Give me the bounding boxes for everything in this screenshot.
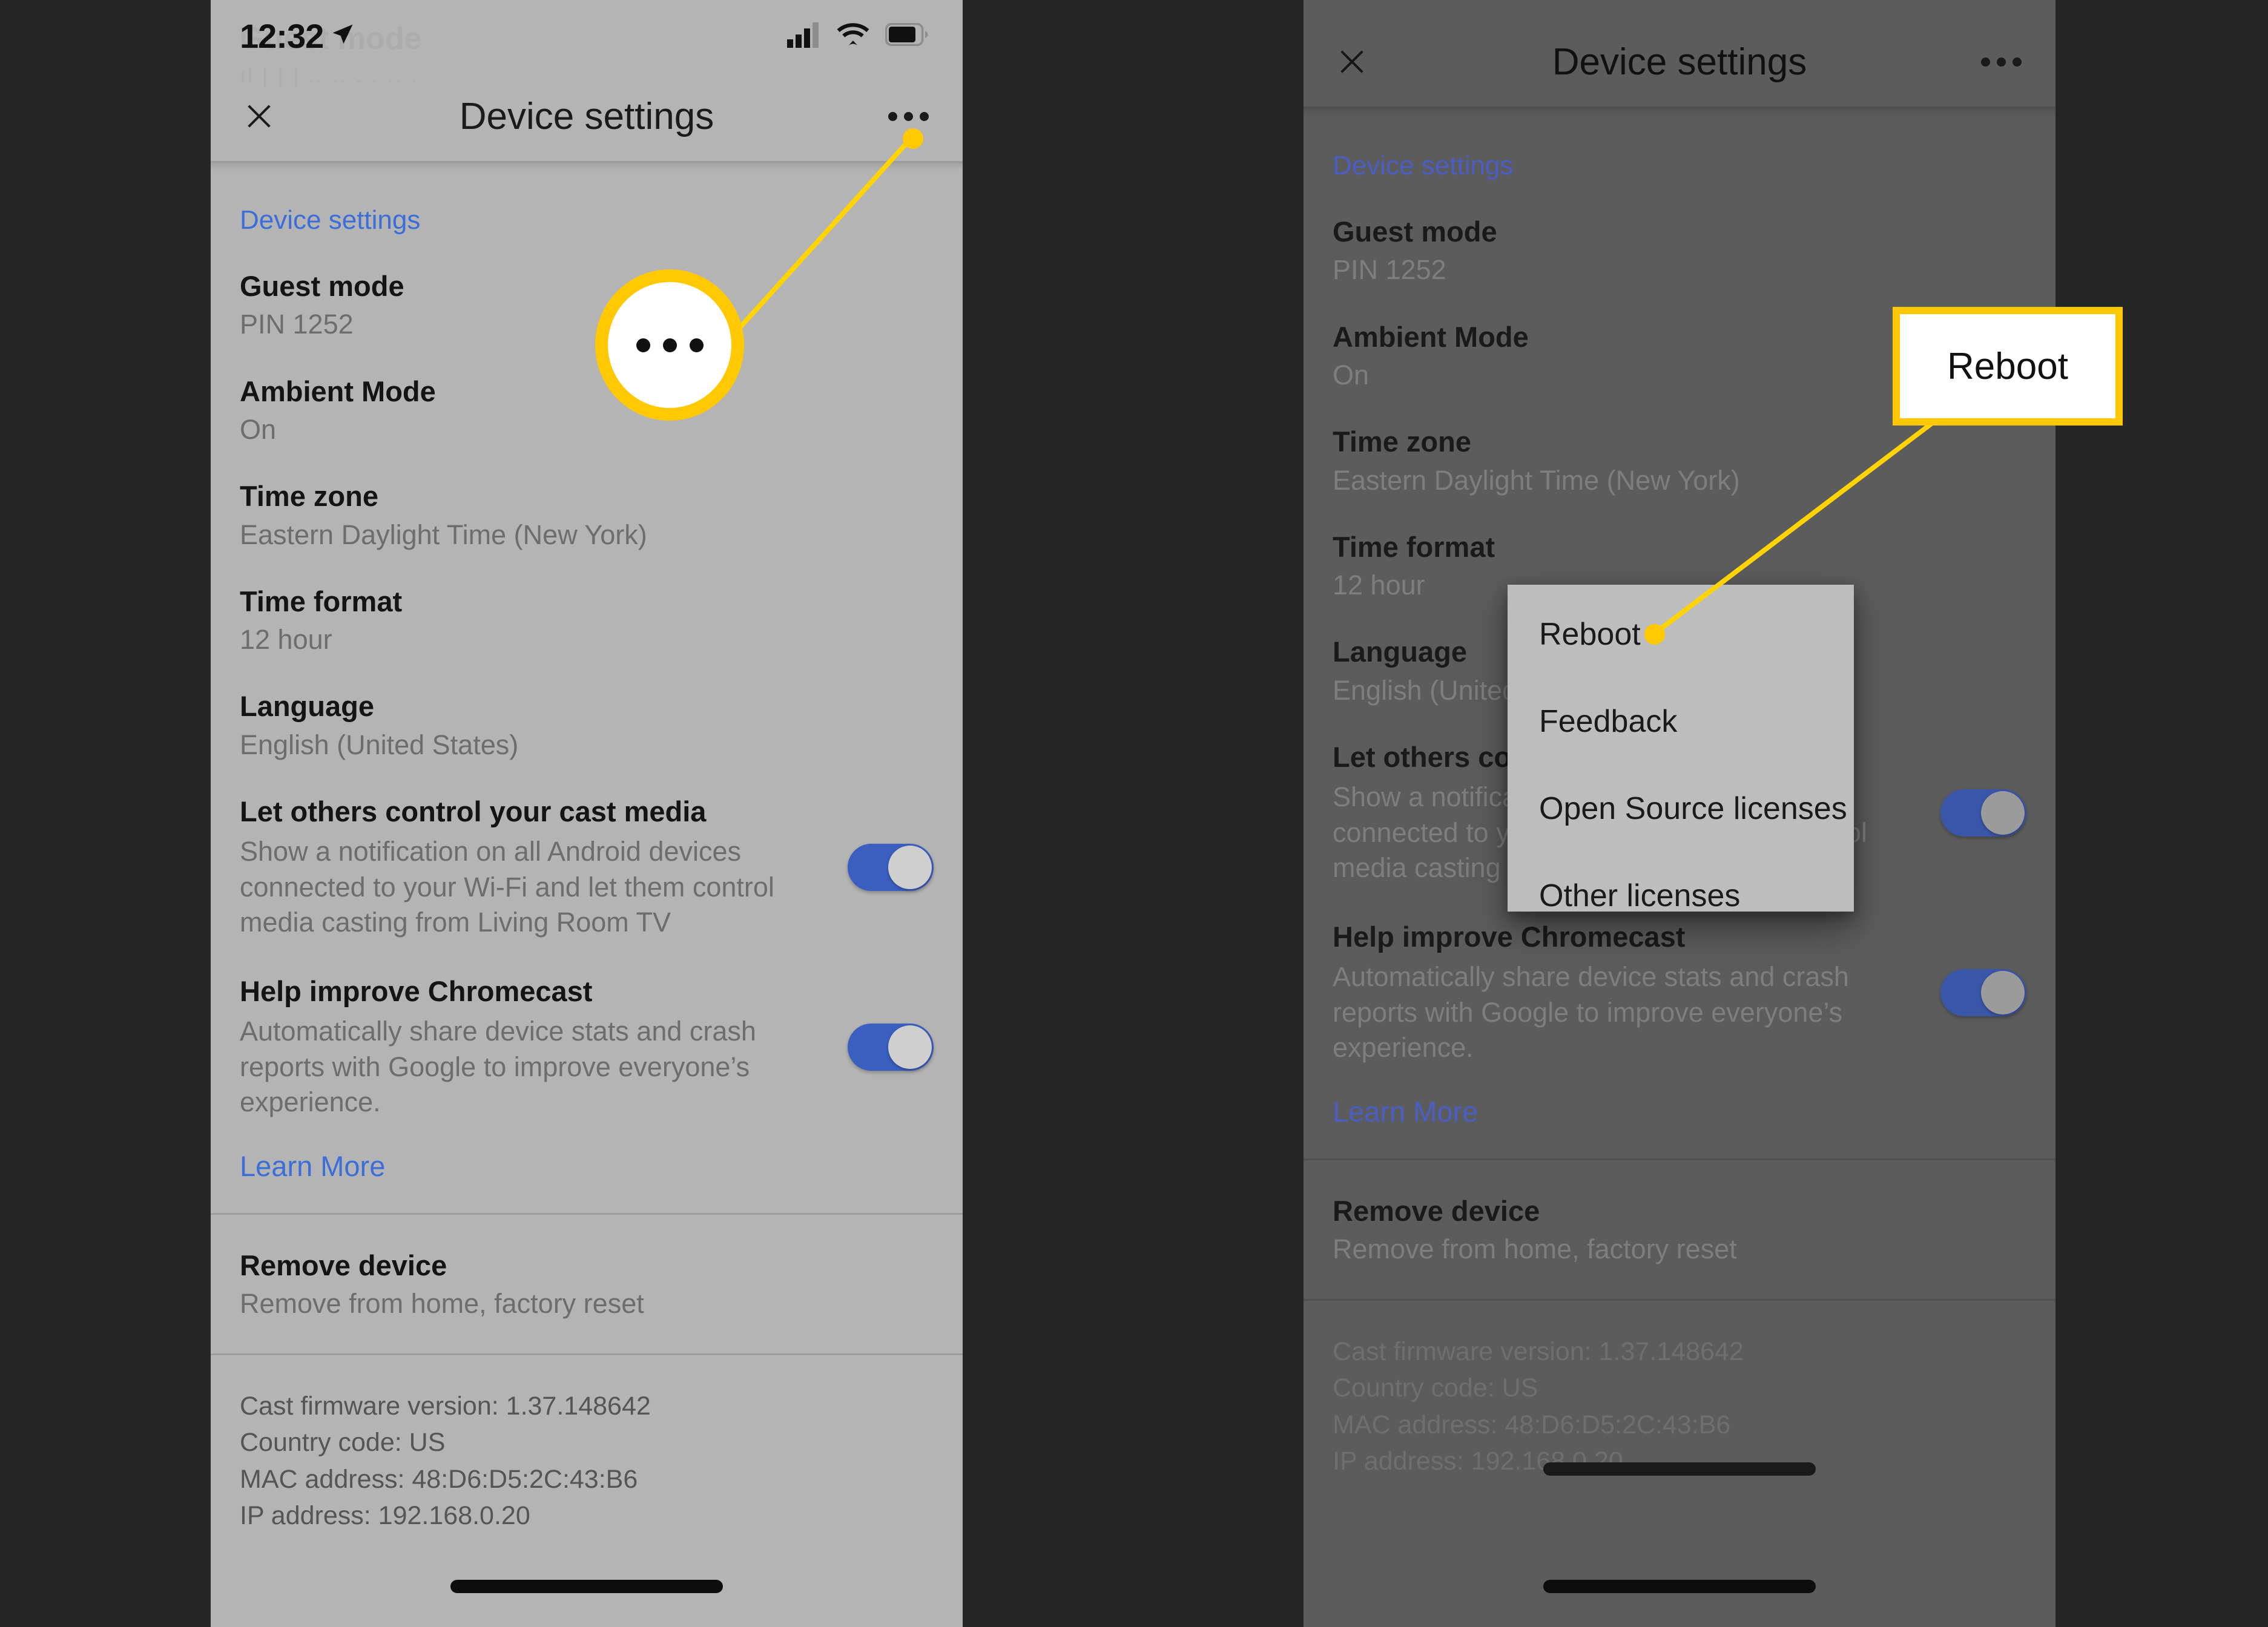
toggle-help-improve-chromecast[interactable]: [848, 1024, 934, 1071]
menu-item-other-licenses[interactable]: Other licenses: [1539, 878, 1740, 914]
toggle-cast-media-control[interactable]: [1940, 789, 2026, 837]
setting-description: Automatically share device stats and cra…: [1333, 961, 1849, 1063]
setting-title: Remove device: [240, 1249, 447, 1281]
location-arrow-icon: [329, 16, 356, 56]
setting-row-time-format[interactable]: Time format 12 hour: [240, 551, 934, 656]
toggle-knob: [1981, 971, 2025, 1015]
setting-row-help-improve-chromecast[interactable]: Help improve Chromecast Automatically sh…: [240, 941, 934, 1120]
setting-value: On: [1333, 360, 1370, 390]
setting-value: PIN 1252: [240, 309, 354, 340]
device-info-line: IP address: 192.168.0.20: [240, 1500, 530, 1530]
settings-content: Device settings Guest mode PIN 1252 Ambi…: [211, 171, 963, 1534]
setting-description: Automatically share device stats and cra…: [240, 1016, 756, 1118]
overflow-menu-popup[interactable]: Reboot Feedback Open Source licenses Oth…: [1508, 585, 1854, 914]
app-bar-shadow: [211, 163, 963, 171]
setting-row-ambient-mode[interactable]: Ambient Mode On: [1333, 286, 2026, 392]
app-bar: Device settings: [211, 71, 963, 161]
device-info-line: MAC address: 48:D6:D5:2C:43:B6: [240, 1464, 638, 1494]
setting-text-block: Help improve Chromecast Automatically sh…: [240, 975, 829, 1120]
wifi-icon: [837, 22, 869, 50]
setting-title: Remove device: [1333, 1194, 1540, 1227]
setting-title: Time zone: [240, 480, 378, 513]
setting-row-cast-media-control[interactable]: Let others control your cast media Show …: [240, 761, 934, 941]
setting-value: On: [240, 414, 277, 445]
learn-more-link[interactable]: Learn More: [240, 1120, 934, 1213]
setting-row-time-zone[interactable]: Time zone Eastern Daylight Time (New Yor…: [240, 445, 934, 551]
device-info-block: Cast firmware version: 1.37.148642 Count…: [1333, 1301, 2026, 1479]
page-title: Device settings: [1552, 41, 1807, 83]
status-bar: 12:32: [211, 0, 963, 71]
home-indicator-secondary[interactable]: [1543, 1462, 1816, 1476]
setting-value: PIN 1252: [1333, 254, 1446, 286]
device-info-line: Country code: US: [1333, 1373, 1538, 1403]
setting-title: Language: [240, 690, 374, 723]
home-indicator[interactable]: [450, 1580, 723, 1593]
setting-row-guest-mode[interactable]: Guest mode PIN 1252: [240, 235, 934, 341]
battery-icon: [885, 22, 929, 49]
overflow-dots-icon[interactable]: [1981, 57, 2022, 67]
setting-row-language[interactable]: Language English (United States): [240, 656, 934, 761]
device-info-line: Cast firmware version: 1.37.148642: [240, 1392, 651, 1421]
phone-screen-left: Guest mode ıl | | | .. .. . . .. . 12:32: [211, 0, 963, 1627]
setting-row-remove-device[interactable]: Remove device Remove from home, factory …: [240, 1215, 934, 1354]
cellular-bars-icon: [787, 21, 821, 51]
setting-title: Ambient Mode: [1333, 320, 1529, 353]
setting-row-time-zone[interactable]: Time zone Eastern Daylight Time (New Yor…: [1333, 391, 2026, 496]
setting-text-block: Help improve Chromecast Automatically sh…: [1333, 920, 1922, 1066]
device-info-line: MAC address: 48:D6:D5:2C:43:B6: [1333, 1410, 1731, 1439]
setting-value: Eastern Daylight Time (New York): [1333, 464, 1740, 496]
menu-item-open-source-licenses[interactable]: Open Source licenses: [1539, 790, 1847, 827]
setting-title: Let others control your cast media: [240, 795, 707, 827]
learn-more-link[interactable]: Learn More: [1333, 1066, 2026, 1159]
page-title: Device settings: [459, 95, 714, 137]
device-info-line: Cast firmware version: 1.37.148642: [1333, 1337, 1744, 1367]
clock-label: 12:32: [240, 16, 324, 55]
setting-title: Time format: [1333, 530, 1495, 563]
status-bar-indicators: [787, 21, 929, 51]
setting-value: Remove from home, factory reset: [240, 1288, 644, 1320]
setting-value: Eastern Daylight Time (New York): [240, 519, 647, 550]
menu-item-feedback[interactable]: Feedback: [1539, 703, 1677, 740]
setting-row-ambient-mode[interactable]: Ambient Mode On: [240, 341, 934, 446]
toggle-knob: [1981, 791, 2025, 835]
status-bar-time-group: 12:32: [240, 16, 356, 56]
section-header-device-settings: Device settings: [240, 205, 421, 235]
toggle-knob: [888, 1025, 932, 1070]
home-indicator[interactable]: [1543, 1580, 1816, 1593]
toggle-cast-media-control[interactable]: [848, 844, 934, 892]
setting-title: Help improve Chromecast: [240, 975, 593, 1007]
toggle-knob: [888, 846, 932, 890]
setting-title: Help improve Chromecast: [1333, 920, 1686, 953]
overflow-dots-icon[interactable]: [888, 111, 929, 121]
device-info-line: Country code: US: [240, 1428, 446, 1458]
setting-row-remove-device[interactable]: Remove device Remove from home, factory …: [1333, 1160, 2026, 1300]
setting-title: Time format: [240, 585, 403, 617]
setting-title: Ambient Mode: [240, 375, 436, 407]
toggle-help-improve-chromecast[interactable]: [1940, 969, 2026, 1017]
close-icon[interactable]: [1333, 42, 1371, 81]
section-header-device-settings: Device settings: [1333, 151, 1514, 180]
setting-value: 12 hour: [240, 624, 332, 656]
device-info-block: Cast firmware version: 1.37.148642 Count…: [240, 1355, 934, 1534]
app-bar: Device settings: [1304, 17, 2055, 107]
app-bar-shadow: [1304, 108, 2055, 117]
setting-text-block: Let others control your cast media Show …: [240, 795, 829, 941]
setting-title: Guest mode: [240, 270, 404, 302]
setting-value: English (United States): [240, 729, 519, 760]
setting-value: Remove from home, factory reset: [1333, 1234, 1737, 1265]
close-icon[interactable]: [240, 97, 279, 136]
setting-row-guest-mode[interactable]: Guest mode PIN 1252: [1333, 181, 2026, 286]
screenshot-stage: Guest mode ıl | | | .. .. . . .. . 12:32: [0, 0, 2268, 1627]
setting-title: Guest mode: [1333, 215, 1497, 248]
setting-description: Show a notification on all Android devic…: [240, 836, 774, 938]
setting-title: Time zone: [1333, 426, 1471, 458]
menu-item-reboot[interactable]: Reboot: [1539, 616, 1641, 652]
